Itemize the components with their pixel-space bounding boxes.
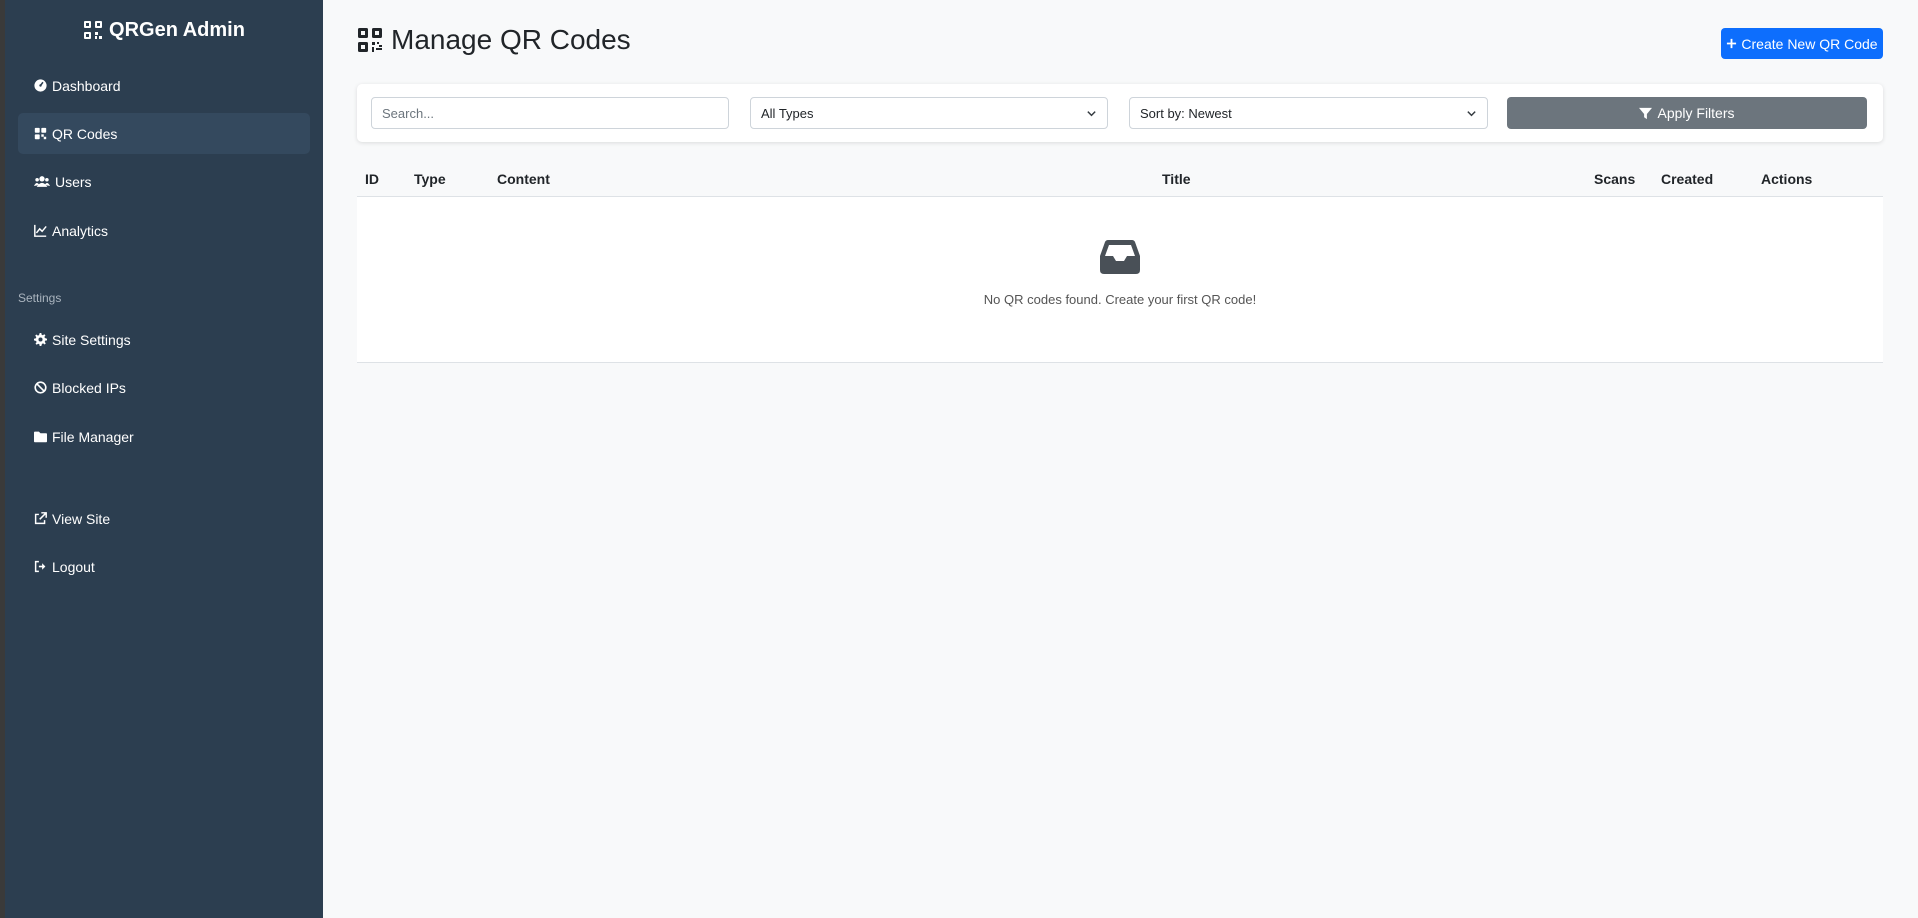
create-button-label: Create New QR Code xyxy=(1741,35,1878,52)
sign-out-icon xyxy=(34,560,46,573)
inbox-icon xyxy=(1100,240,1140,274)
search-field[interactable] xyxy=(371,97,729,129)
column-header-actions: Actions xyxy=(1761,171,1813,187)
sidebar-item-logout[interactable]: Logout xyxy=(18,546,310,587)
column-header-created[interactable]: Created xyxy=(1661,171,1713,187)
sidebar-item-analytics[interactable]: Analytics xyxy=(18,210,310,251)
type-select-value: All Types xyxy=(761,105,814,121)
type-select[interactable]: All Types xyxy=(750,97,1108,129)
create-qr-code-button[interactable]: Create New QR Code xyxy=(1721,28,1883,59)
external-link-icon xyxy=(34,512,47,525)
main-content: Manage QR Codes Create New QR Code All T… xyxy=(323,0,1918,918)
sidebar-item-qr-codes[interactable]: QR Codes xyxy=(18,113,310,154)
app-window: QRGen Admin Dashboard QR Codes Users Ana… xyxy=(5,0,1918,918)
chevron-down-icon xyxy=(1467,111,1476,117)
page-header: Manage QR Codes xyxy=(357,24,631,56)
sort-select-value: Sort by: Newest xyxy=(1140,105,1232,121)
apply-filters-button[interactable]: Apply Filters xyxy=(1507,97,1867,129)
column-header-id[interactable]: ID xyxy=(365,171,379,187)
sidebar-item-site-settings[interactable]: Site Settings xyxy=(18,319,310,360)
sidebar-item-label: View Site xyxy=(52,510,111,527)
qrcode-icon xyxy=(34,127,47,140)
qrcode-icon xyxy=(358,28,382,52)
apply-filters-label: Apply Filters xyxy=(1657,105,1735,121)
brand[interactable]: QRGen Admin xyxy=(5,0,323,58)
users-icon xyxy=(34,176,50,187)
sidebar-item-label: Logout xyxy=(52,558,95,575)
filter-icon xyxy=(1639,107,1653,119)
sidebar-item-label: Users xyxy=(55,173,92,190)
sidebar-item-dashboard[interactable]: Dashboard xyxy=(18,65,310,106)
sidebar-item-label: Dashboard xyxy=(52,77,121,94)
sidebar-item-users[interactable]: Users xyxy=(18,161,310,202)
chevron-down-icon xyxy=(1087,111,1096,117)
empty-message: No QR codes found. Create your first QR … xyxy=(983,292,1257,307)
folder-icon xyxy=(34,431,47,443)
brand-name: QRGen Admin xyxy=(109,18,245,41)
page-title: Manage QR Codes xyxy=(391,24,631,55)
qrcode-icon xyxy=(84,21,103,39)
table-empty-state: No QR codes found. Create your first QR … xyxy=(357,197,1883,363)
column-header-title[interactable]: Title xyxy=(1162,171,1191,187)
search-input[interactable] xyxy=(382,105,718,121)
sidebar-item-label: QR Codes xyxy=(52,125,118,142)
filter-card: All Types Sort by: Newest Apply Filters xyxy=(357,84,1883,142)
ban-icon xyxy=(34,381,47,394)
column-header-scans[interactable]: Scans xyxy=(1594,171,1635,187)
column-header-type[interactable]: Type xyxy=(414,171,446,187)
sidebar-section-heading: Settings xyxy=(18,291,62,305)
sort-select[interactable]: Sort by: Newest xyxy=(1129,97,1488,129)
sidebar: QRGen Admin Dashboard QR Codes Users Ana… xyxy=(5,0,323,918)
sidebar-item-blocked-ips[interactable]: Blocked IPs xyxy=(18,367,310,408)
dashboard-icon xyxy=(34,79,47,92)
sidebar-item-label: Site Settings xyxy=(52,331,131,348)
sidebar-item-label: Analytics xyxy=(52,222,109,239)
table-header: ID Type Content Title Scans Created Acti… xyxy=(357,163,1883,197)
sidebar-item-label: Blocked IPs xyxy=(52,379,126,396)
gear-icon xyxy=(34,333,47,346)
chart-line-icon xyxy=(34,224,47,237)
sidebar-item-label: File Manager xyxy=(52,428,134,445)
sidebar-item-view-site[interactable]: View Site xyxy=(18,498,310,539)
column-header-content[interactable]: Content xyxy=(497,171,550,187)
sidebar-item-file-manager[interactable]: File Manager xyxy=(18,416,310,457)
plus-icon xyxy=(1727,38,1737,49)
